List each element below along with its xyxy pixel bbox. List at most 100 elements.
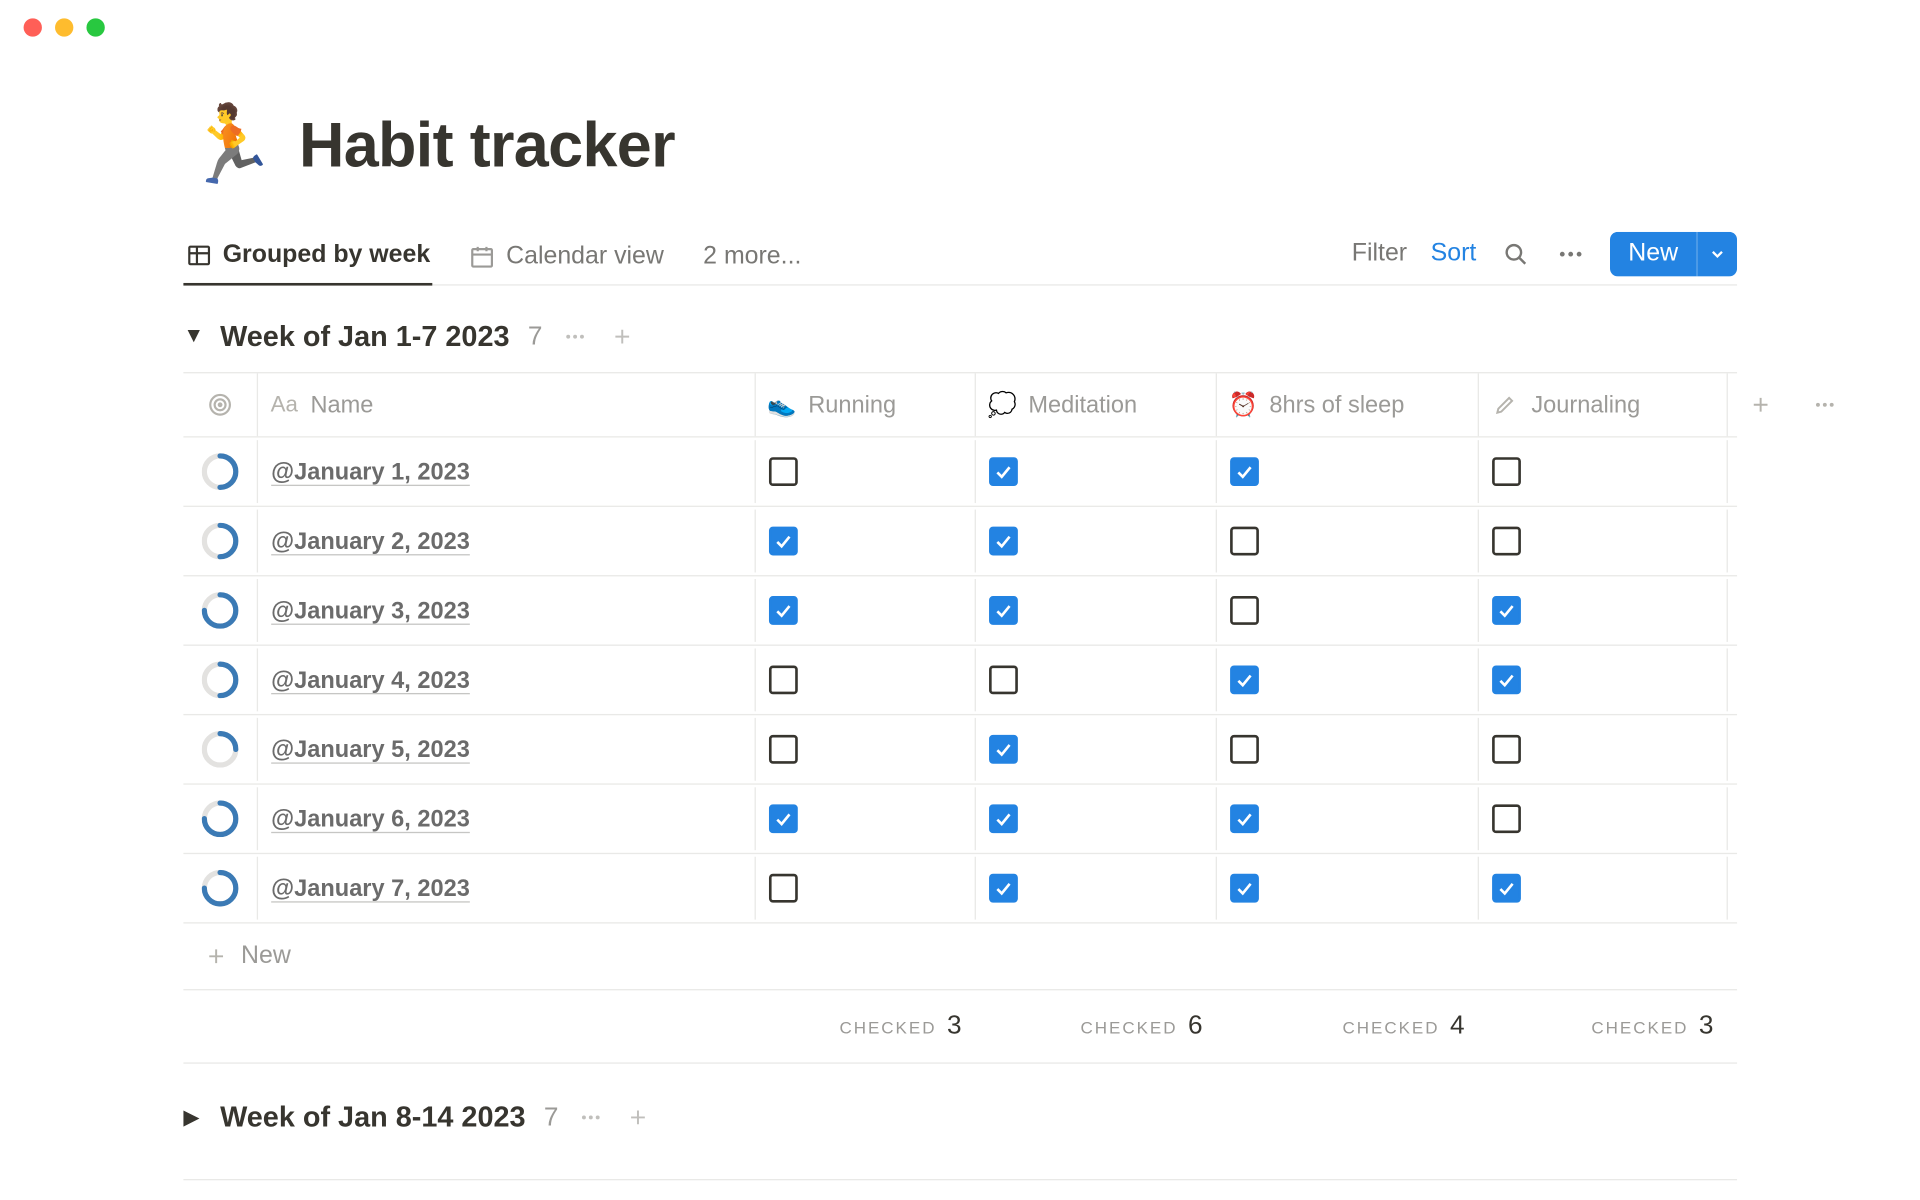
checkbox[interactable] bbox=[989, 596, 1018, 625]
checkbox[interactable] bbox=[1492, 527, 1521, 556]
column-meditation[interactable]: 💭 Meditation bbox=[975, 373, 1216, 436]
view-tab-grouped-by-week[interactable]: Grouped by week bbox=[183, 231, 432, 286]
checkbox-cell-journaling[interactable] bbox=[1478, 648, 1727, 711]
checkbox[interactable] bbox=[769, 874, 798, 903]
checkbox[interactable] bbox=[989, 735, 1018, 764]
checkbox[interactable] bbox=[1230, 527, 1259, 556]
row-date-link[interactable]: @January 4, 2023 bbox=[271, 666, 470, 694]
row-date-link[interactable]: @January 3, 2023 bbox=[271, 597, 470, 625]
view-tab-more[interactable]: 2 more... bbox=[701, 231, 804, 283]
filter-button[interactable]: Filter bbox=[1352, 239, 1407, 268]
new-button-dropdown[interactable] bbox=[1696, 231, 1737, 276]
checkbox[interactable] bbox=[1230, 665, 1259, 694]
checkbox[interactable] bbox=[989, 527, 1018, 556]
row-date-link[interactable]: @January 1, 2023 bbox=[271, 458, 470, 486]
checkbox[interactable] bbox=[1492, 457, 1521, 486]
checkbox-cell-meditation[interactable] bbox=[975, 648, 1216, 711]
table-row[interactable]: @January 1, 2023 bbox=[183, 438, 1737, 507]
group-header[interactable]: ▼ Week of Jan 1-7 2023 7 bbox=[183, 320, 1737, 354]
checkbox[interactable] bbox=[989, 874, 1018, 903]
add-column-button[interactable] bbox=[1727, 373, 1793, 436]
more-menu-icon[interactable] bbox=[1555, 238, 1586, 269]
table-row[interactable]: @January 2, 2023 bbox=[183, 507, 1737, 576]
checkbox[interactable] bbox=[989, 665, 1018, 694]
name-cell[interactable]: @January 1, 2023 bbox=[257, 440, 755, 503]
column-journaling[interactable]: Journaling bbox=[1478, 373, 1727, 436]
name-cell[interactable]: @January 6, 2023 bbox=[257, 787, 755, 850]
page-title[interactable]: Habit tracker bbox=[299, 109, 675, 181]
table-row[interactable]: @January 7, 2023 bbox=[183, 854, 1737, 923]
checkbox-cell-journaling[interactable] bbox=[1478, 718, 1727, 781]
collapse-triangle-icon[interactable]: ▼ bbox=[183, 325, 201, 349]
group-add-icon[interactable] bbox=[608, 322, 637, 351]
checkbox[interactable] bbox=[1492, 874, 1521, 903]
checkbox-cell-meditation[interactable] bbox=[975, 718, 1216, 781]
table-row[interactable]: @January 3, 2023 bbox=[183, 576, 1737, 645]
checkbox[interactable] bbox=[769, 527, 798, 556]
checkbox-cell-sleep[interactable] bbox=[1216, 579, 1478, 642]
column-options-button[interactable] bbox=[1792, 373, 1858, 436]
checkbox-cell-sleep[interactable] bbox=[1216, 440, 1478, 503]
expand-triangle-icon[interactable]: ▶ bbox=[183, 1104, 201, 1130]
checkbox-cell-running[interactable] bbox=[755, 440, 975, 503]
checkbox-cell-journaling[interactable] bbox=[1478, 579, 1727, 642]
checkbox-cell-running[interactable] bbox=[755, 718, 975, 781]
checkbox-cell-sleep[interactable] bbox=[1216, 510, 1478, 573]
checkbox[interactable] bbox=[769, 596, 798, 625]
view-tab-calendar[interactable]: Calendar view bbox=[467, 231, 667, 283]
checkbox[interactable] bbox=[769, 735, 798, 764]
checkbox-cell-journaling[interactable] bbox=[1478, 440, 1727, 503]
group-header[interactable]: ▶ Week of Jan 8-14 2023 7 bbox=[183, 1100, 1737, 1134]
group-add-icon[interactable] bbox=[624, 1103, 653, 1132]
checkbox-cell-meditation[interactable] bbox=[975, 510, 1216, 573]
checkbox-cell-journaling[interactable] bbox=[1478, 787, 1727, 850]
checkbox[interactable] bbox=[989, 804, 1018, 833]
summary-journaling[interactable]: Checked 3 bbox=[1478, 990, 1727, 1062]
page-emoji-icon[interactable]: 🏃 bbox=[183, 107, 278, 183]
group-more-icon[interactable] bbox=[561, 322, 590, 351]
checkbox-cell-sleep[interactable] bbox=[1216, 857, 1478, 920]
checkbox[interactable] bbox=[769, 804, 798, 833]
table-row[interactable]: @January 5, 2023 bbox=[183, 715, 1737, 784]
sort-button[interactable]: Sort bbox=[1431, 239, 1477, 268]
checkbox[interactable] bbox=[989, 457, 1018, 486]
column-progress[interactable] bbox=[183, 373, 256, 436]
summary-sleep[interactable]: Checked 4 bbox=[1216, 990, 1478, 1062]
checkbox-cell-running[interactable] bbox=[755, 579, 975, 642]
checkbox-cell-journaling[interactable] bbox=[1478, 857, 1727, 920]
maximize-window-icon[interactable] bbox=[86, 18, 104, 36]
checkbox-cell-running[interactable] bbox=[755, 857, 975, 920]
checkbox[interactable] bbox=[1492, 735, 1521, 764]
column-running[interactable]: 👟 Running bbox=[755, 373, 975, 436]
checkbox[interactable] bbox=[1230, 457, 1259, 486]
name-cell[interactable]: @January 3, 2023 bbox=[257, 579, 755, 642]
checkbox-cell-sleep[interactable] bbox=[1216, 787, 1478, 850]
checkbox[interactable] bbox=[1492, 665, 1521, 694]
checkbox-cell-running[interactable] bbox=[755, 648, 975, 711]
checkbox-cell-meditation[interactable] bbox=[975, 857, 1216, 920]
summary-meditation[interactable]: Checked 6 bbox=[975, 990, 1216, 1062]
group-more-icon[interactable] bbox=[577, 1103, 606, 1132]
checkbox[interactable] bbox=[1230, 735, 1259, 764]
close-window-icon[interactable] bbox=[24, 18, 42, 36]
checkbox-cell-sleep[interactable] bbox=[1216, 718, 1478, 781]
checkbox-cell-sleep[interactable] bbox=[1216, 648, 1478, 711]
name-cell[interactable]: @January 4, 2023 bbox=[257, 648, 755, 711]
checkbox[interactable] bbox=[769, 457, 798, 486]
name-cell[interactable]: @January 7, 2023 bbox=[257, 857, 755, 920]
checkbox-cell-running[interactable] bbox=[755, 510, 975, 573]
checkbox-cell-meditation[interactable] bbox=[975, 787, 1216, 850]
name-cell[interactable]: @January 2, 2023 bbox=[257, 510, 755, 573]
checkbox-cell-journaling[interactable] bbox=[1478, 510, 1727, 573]
search-icon[interactable] bbox=[1500, 238, 1531, 269]
checkbox[interactable] bbox=[1230, 596, 1259, 625]
checkbox-cell-meditation[interactable] bbox=[975, 440, 1216, 503]
checkbox[interactable] bbox=[769, 665, 798, 694]
minimize-window-icon[interactable] bbox=[55, 18, 73, 36]
name-cell[interactable]: @January 5, 2023 bbox=[257, 718, 755, 781]
summary-running[interactable]: Checked 3 bbox=[755, 990, 975, 1062]
checkbox[interactable] bbox=[1492, 596, 1521, 625]
checkbox[interactable] bbox=[1230, 804, 1259, 833]
checkbox[interactable] bbox=[1230, 874, 1259, 903]
checkbox-cell-running[interactable] bbox=[755, 787, 975, 850]
